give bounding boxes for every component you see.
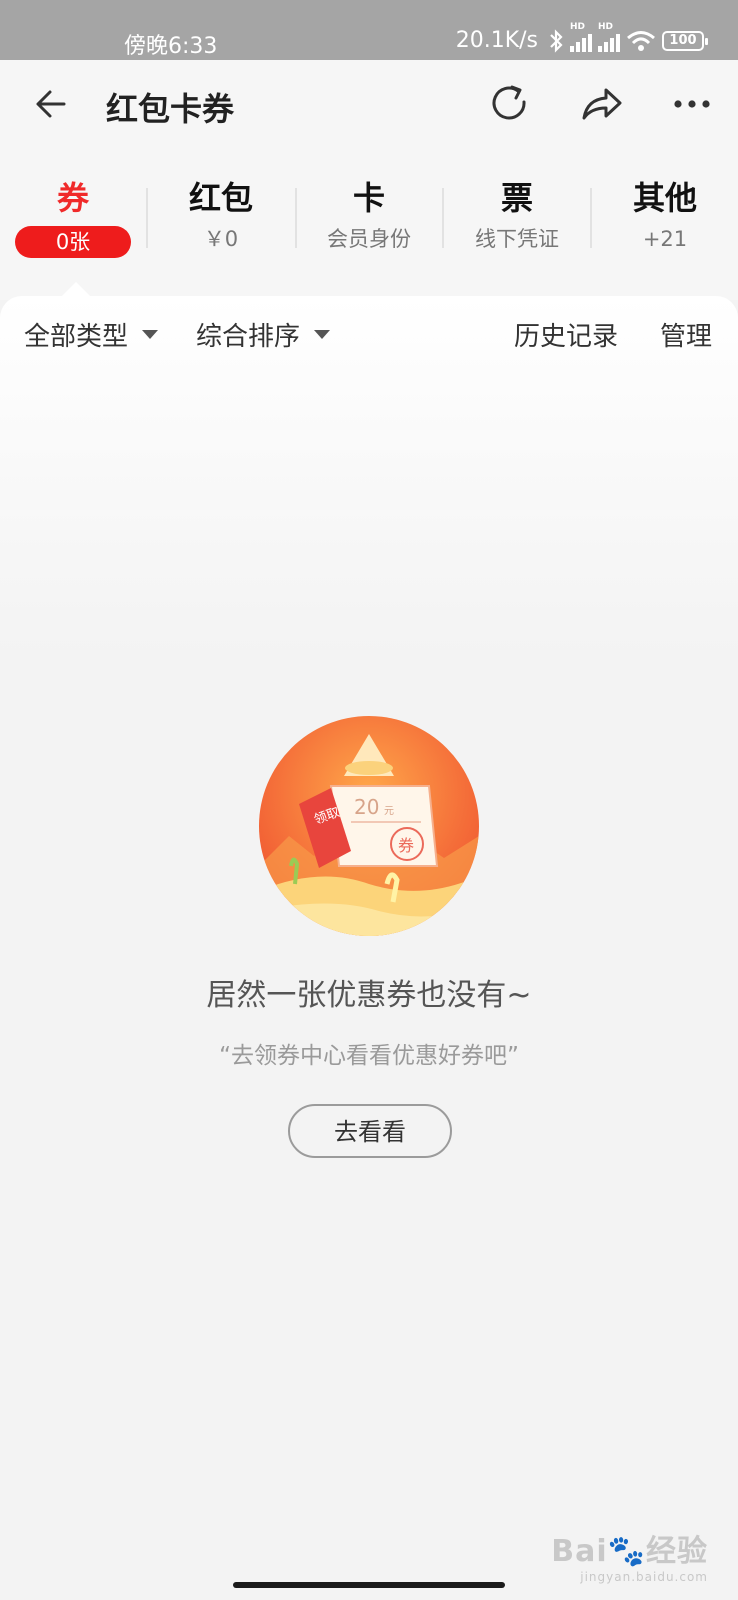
coupon-list-panel: 全部类型 综合排序 历史记录 管理 领取 20 元 券 居然一张优惠券也没有~ … xyxy=(0,296,738,1600)
page-title: 红包卡券 xyxy=(106,90,235,128)
tab-sub: ￥0 xyxy=(203,227,239,251)
empty-state-title: 居然一张优惠券也没有~ xyxy=(206,978,532,1013)
wifi-icon xyxy=(627,30,655,51)
svg-text:20: 20 xyxy=(354,795,379,819)
tab-title: 卡 xyxy=(352,179,385,217)
manage-link[interactable]: 管理 xyxy=(660,316,712,353)
go-browse-button[interactable]: 去看看 xyxy=(288,1104,452,1158)
status-indicators: 20.1K/s HD HD 100 xyxy=(455,22,708,53)
caret-down-icon xyxy=(142,330,159,339)
watermark-brand-cn: 经验 xyxy=(646,1534,708,1569)
watermark: Bai🐾经验 jingyan.baidu.com xyxy=(551,1526,708,1584)
paw-icon: 🐾 xyxy=(607,1534,646,1569)
tab-divider xyxy=(590,188,592,248)
sort-label: 综合排序 xyxy=(196,322,301,352)
svg-text:券: 券 xyxy=(398,836,414,855)
tab-sub: 会员身份 xyxy=(327,227,411,251)
tab-title: 券 xyxy=(56,179,89,217)
tab-title: 红包 xyxy=(188,179,253,217)
tab-divider xyxy=(146,188,148,248)
type-filter-label: 全部类型 xyxy=(24,322,129,352)
share-icon[interactable] xyxy=(578,80,626,128)
caret-down-icon xyxy=(314,330,331,339)
tab-divider xyxy=(442,188,444,248)
tab-divider xyxy=(295,188,297,248)
network-speed: 20.1K/s xyxy=(455,28,538,53)
watermark-url: jingyan.baidu.com xyxy=(580,1570,708,1584)
tab-sub: 线下凭证 xyxy=(475,227,559,251)
tab-others[interactable]: 其他 +21 xyxy=(592,178,738,254)
empty-state-subtitle: “去领券中心看看优惠好券吧” xyxy=(219,1043,519,1069)
refresh-icon[interactable] xyxy=(486,80,534,128)
empty-coupon-illustration: 领取 20 元 券 xyxy=(259,716,479,936)
filter-bar: 全部类型 综合排序 历史记录 管理 xyxy=(0,296,738,376)
tab-cards[interactable]: 卡 会员身份 xyxy=(296,178,442,254)
history-link[interactable]: 历史记录 xyxy=(514,316,618,353)
active-tab-pointer xyxy=(62,282,90,296)
category-tabs: 券 0张 红包 ￥0 卡 会员身份 票 线下凭证 其他 +21 xyxy=(0,150,738,300)
svg-text:元: 元 xyxy=(384,806,394,817)
home-indicator[interactable] xyxy=(233,1582,505,1588)
watermark-brand: Bai xyxy=(551,1534,608,1569)
tab-tickets[interactable]: 票 线下凭证 xyxy=(444,178,590,254)
signal-icon: HD xyxy=(570,22,592,52)
tab-coupons[interactable]: 券 0张 xyxy=(0,178,146,258)
status-time: 傍晚6:33 xyxy=(124,34,218,59)
tab-title: 票 xyxy=(500,179,533,217)
status-bar: 傍晚6:33 20.1K/s HD HD 100 xyxy=(0,0,738,60)
tab-title: 其他 xyxy=(632,179,697,217)
tab-count-badge: 0张 xyxy=(15,226,131,258)
type-filter-dropdown[interactable]: 全部类型 xyxy=(24,316,159,353)
more-icon[interactable] xyxy=(668,80,716,128)
nav-bar: 红包卡券 xyxy=(0,60,738,150)
battery-indicator: 100 xyxy=(662,30,708,51)
bluetooth-icon xyxy=(550,28,563,53)
back-icon[interactable] xyxy=(30,82,74,126)
signal-icon-2: HD xyxy=(598,22,620,52)
sort-dropdown[interactable]: 综合排序 xyxy=(196,316,331,353)
tab-red-packets[interactable]: 红包 ￥0 xyxy=(148,178,294,254)
tab-sub: +21 xyxy=(642,227,688,251)
